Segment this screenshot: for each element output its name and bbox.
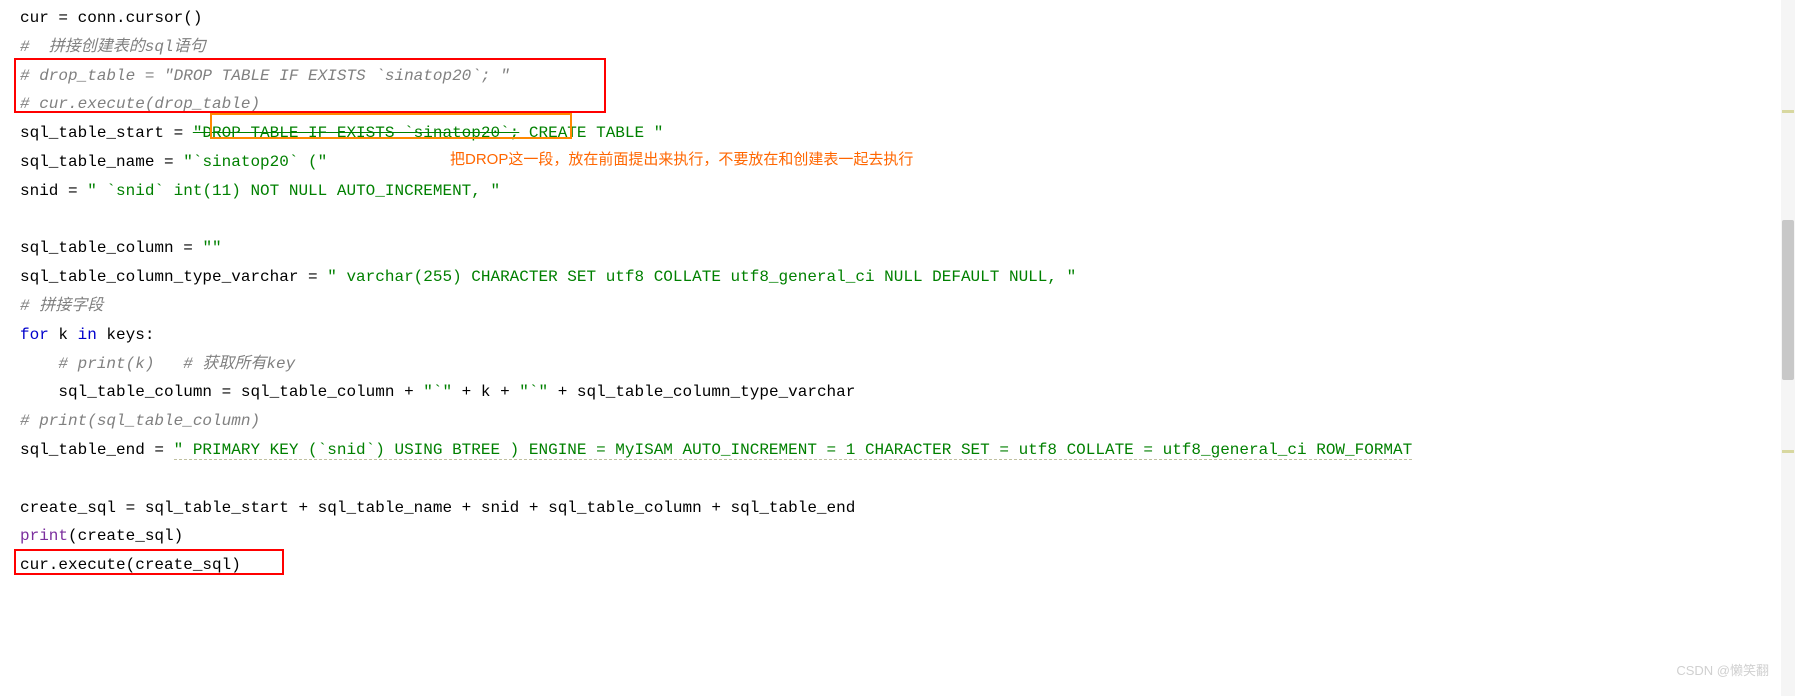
code-line: sql_table_column = "" xyxy=(20,234,1795,263)
code-text: cur = conn.cursor() xyxy=(20,9,202,27)
code-string: " PRIMARY KEY (`snid`) USING BTREE ) ENG… xyxy=(174,441,1413,460)
code-line: # cur.execute(drop_table) xyxy=(20,90,1795,119)
code-string: "`sinatop20` (" xyxy=(183,153,327,171)
code-text: keys: xyxy=(97,326,155,344)
code-line: print(create_sql) xyxy=(20,522,1795,551)
code-text: sql_table_column_type_varchar = xyxy=(20,268,327,286)
code-line xyxy=(20,206,1795,235)
code-line xyxy=(20,465,1795,494)
scrollbar-mark xyxy=(1782,110,1794,113)
scrollbar-thumb[interactable] xyxy=(1782,220,1794,380)
code-line: # 拼接创建表的sql语句 xyxy=(20,33,1795,62)
code-comment: # 拼接字段 xyxy=(20,297,103,315)
code-text: (create_sql) xyxy=(68,527,183,545)
code-comment: # print(k) # 获取所有key xyxy=(20,355,295,373)
watermark-text: CSDN @懒笑翻 xyxy=(1676,659,1769,682)
code-keyword: for xyxy=(20,326,49,344)
code-line: # print(k) # 获取所有key xyxy=(20,350,1795,379)
code-keyword: in xyxy=(78,326,97,344)
code-line: create_sql = sql_table_start + sql_table… xyxy=(20,494,1795,523)
code-string: "DROP TABLE IF EXISTS `sinatop20`; xyxy=(193,124,519,142)
code-comment: # 拼接创建表的sql语句 xyxy=(20,38,206,56)
code-comment: # drop_table = "DROP TABLE IF EXISTS `si… xyxy=(20,67,510,85)
code-text: k xyxy=(49,326,78,344)
code-text: create_sql = sql_table_start + sql_table… xyxy=(20,499,855,517)
code-comment: # print(sql_table_column) xyxy=(20,412,260,430)
code-text: + k + xyxy=(452,383,519,401)
code-line: snid = " `snid` int(11) NOT NULL AUTO_IN… xyxy=(20,177,1795,206)
code-text: sql_table_column = sql_table_column + xyxy=(20,383,423,401)
code-string: CREATE TABLE " xyxy=(519,124,663,142)
code-text: sql_table_name = xyxy=(20,153,183,171)
code-line: sql_table_column_type_varchar = " varcha… xyxy=(20,263,1795,292)
annotation-text: 把DROP这一段，放在前面提出来执行，不要放在和创建表一起去执行 xyxy=(450,146,913,173)
code-line: # drop_table = "DROP TABLE IF EXISTS `si… xyxy=(20,62,1795,91)
code-builtin: print xyxy=(20,527,68,545)
code-text: + sql_table_column_type_varchar xyxy=(548,383,855,401)
code-line: cur = conn.cursor() xyxy=(20,4,1795,33)
code-text: sql_table_end = xyxy=(20,441,174,459)
code-line: for k in keys: xyxy=(20,321,1795,350)
code-line: sql_table_column = sql_table_column + "`… xyxy=(20,378,1795,407)
code-line: cur.execute(create_sql) xyxy=(20,551,1795,580)
code-text: sql_table_start = xyxy=(20,124,193,142)
scrollbar-track[interactable] xyxy=(1781,0,1795,696)
code-comment: # cur.execute(drop_table) xyxy=(20,95,260,113)
code-text: sql_table_column = xyxy=(20,239,202,257)
code-text: cur.execute(create_sql) xyxy=(20,556,241,574)
code-line: # print(sql_table_column) xyxy=(20,407,1795,436)
code-line: sql_table_end = " PRIMARY KEY (`snid`) U… xyxy=(20,436,1795,465)
code-string: " varchar(255) CHARACTER SET utf8 COLLAT… xyxy=(327,268,1076,286)
code-string: "`" xyxy=(519,383,548,401)
code-line: # 拼接字段 xyxy=(20,292,1795,321)
code-line: sql_table_start = "DROP TABLE IF EXISTS … xyxy=(20,119,1795,148)
code-string: "`" xyxy=(423,383,452,401)
code-text: snid = xyxy=(20,182,87,200)
code-string: "" xyxy=(202,239,221,257)
scrollbar-mark xyxy=(1782,450,1794,453)
code-string: " `snid` int(11) NOT NULL AUTO_INCREMENT… xyxy=(87,182,500,200)
